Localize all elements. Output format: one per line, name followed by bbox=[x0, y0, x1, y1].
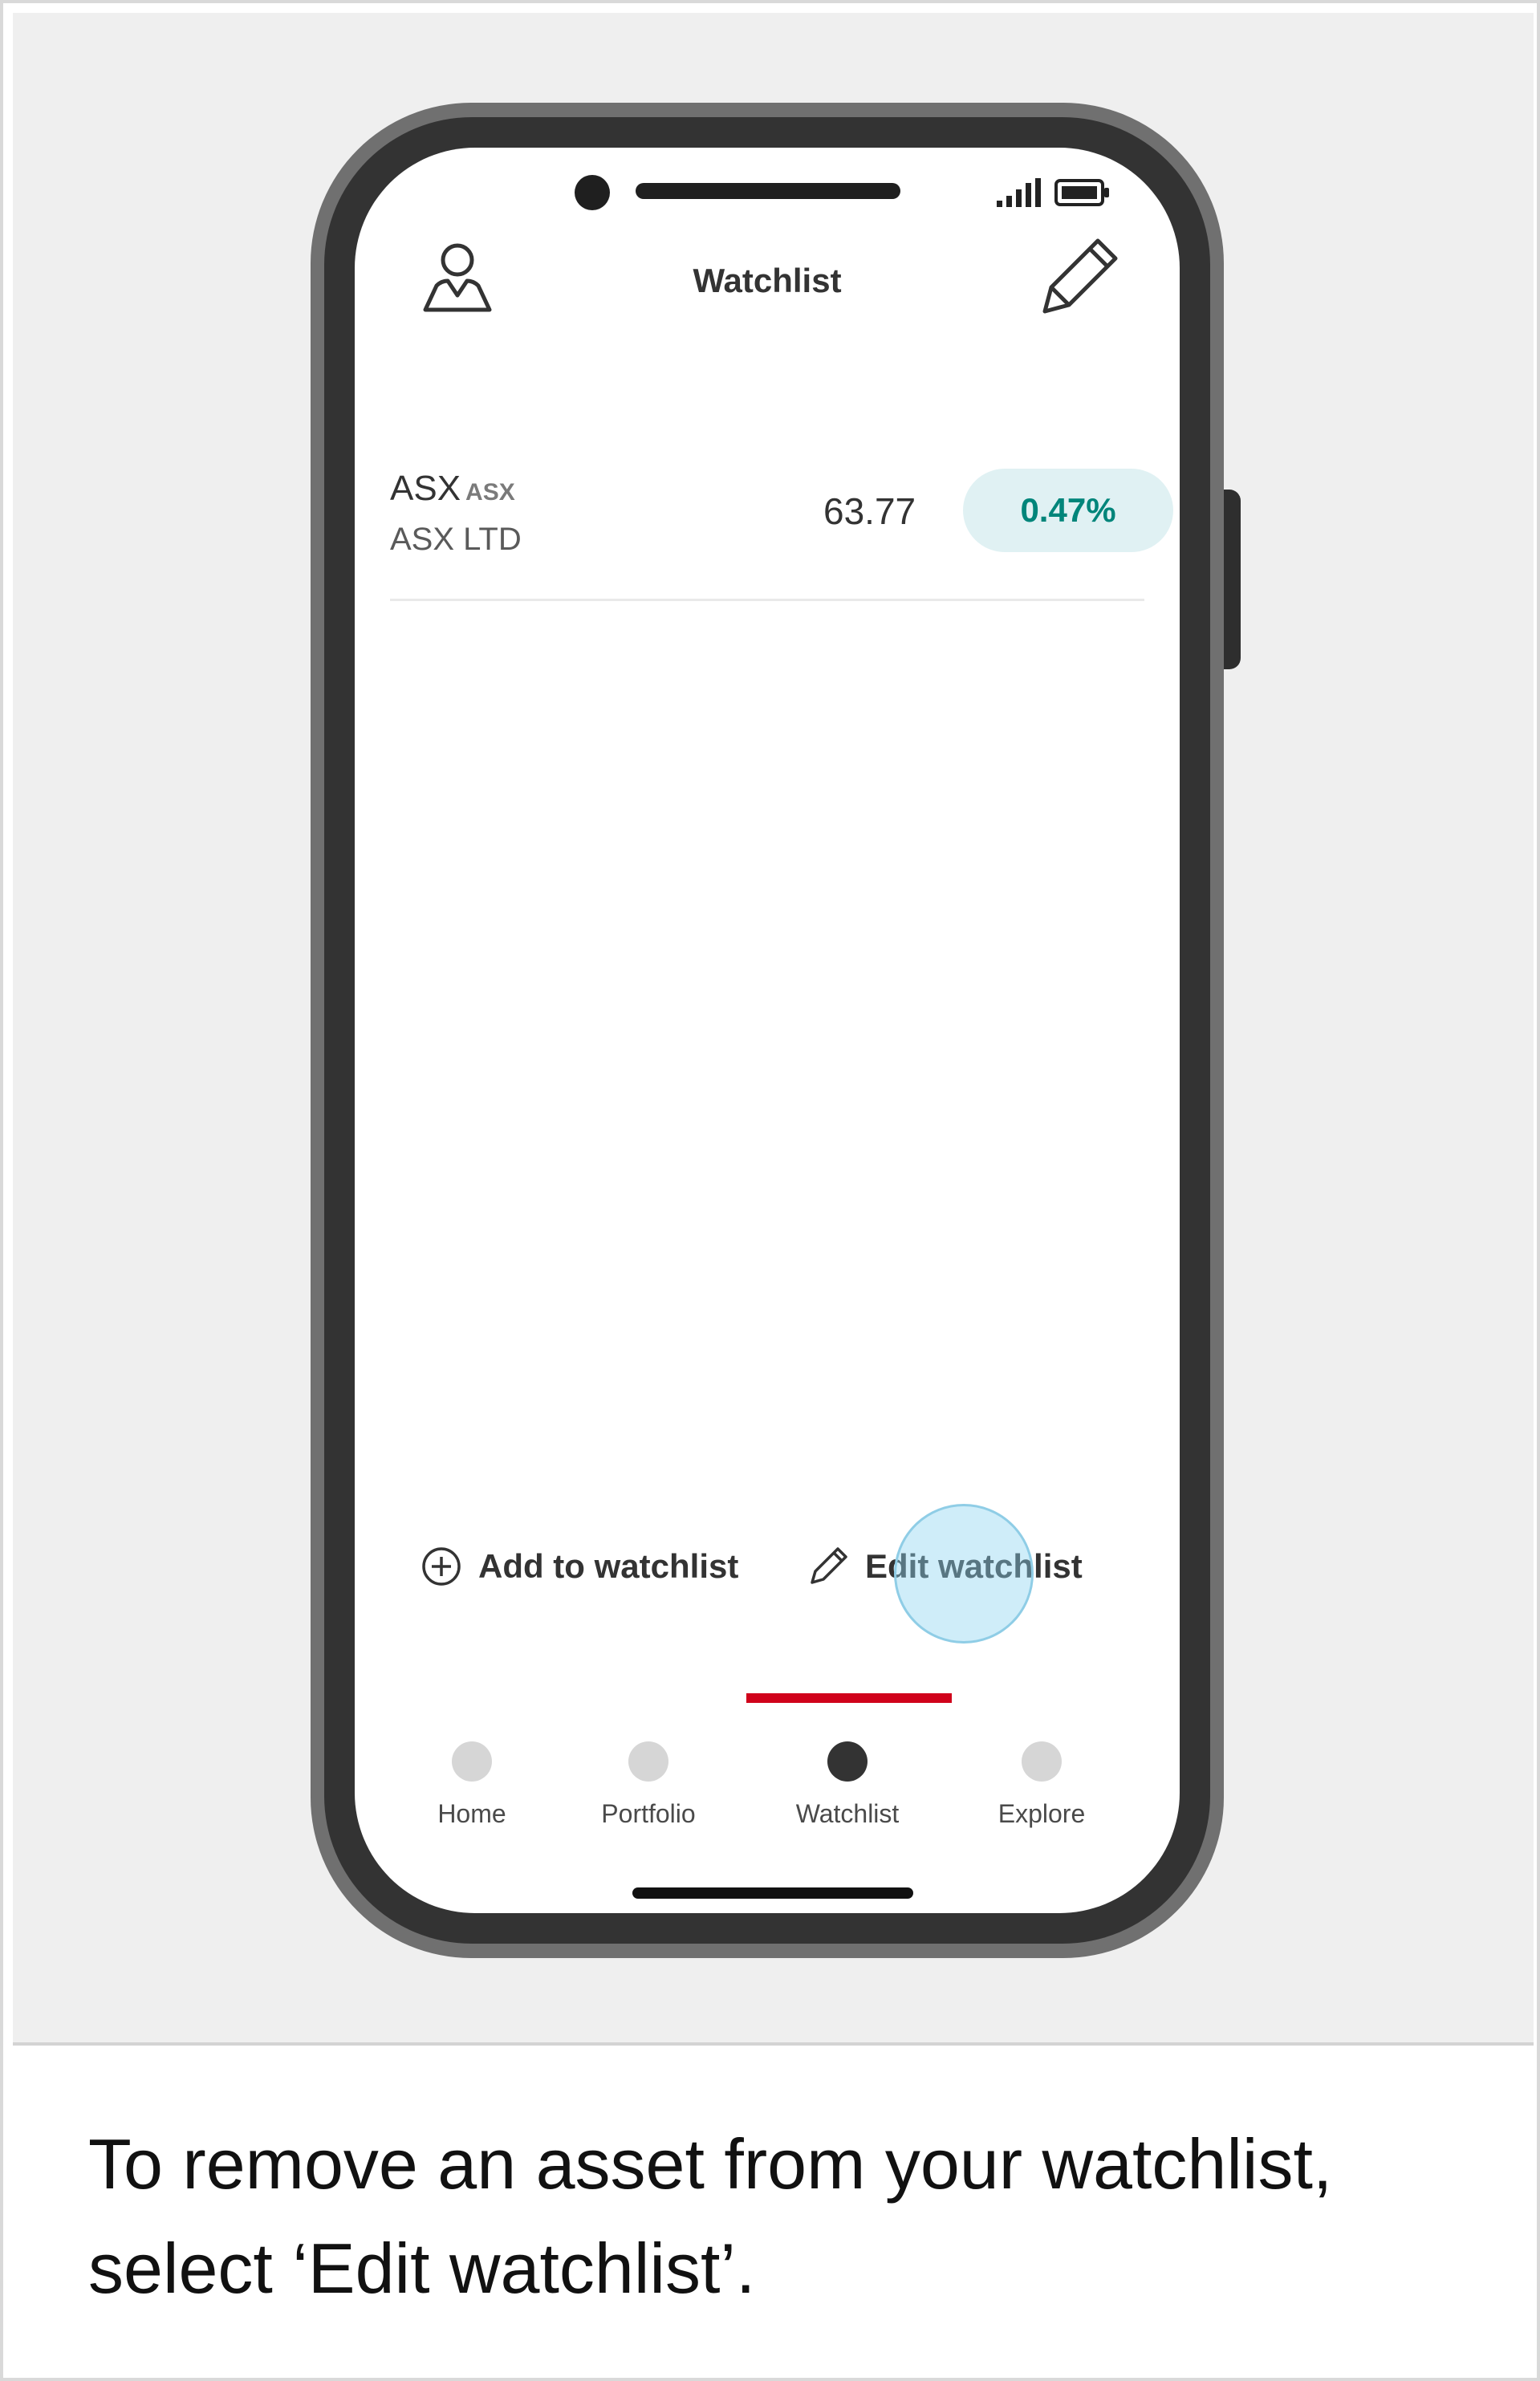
home-icon bbox=[452, 1741, 492, 1782]
asset-ticker: ASX bbox=[390, 469, 461, 508]
page-title: Watchlist bbox=[693, 262, 842, 299]
asset-change-badge: 0.47% bbox=[963, 469, 1173, 552]
watchlist-row[interactable]: ASX ASX ASX LTD 63.77 0.47% bbox=[390, 469, 1173, 601]
pencil-icon[interactable] bbox=[1037, 234, 1120, 318]
nav-label-watchlist: Watchlist bbox=[795, 1799, 900, 1828]
pencil-icon bbox=[811, 1547, 847, 1584]
nav-label-portfolio: Portfolio bbox=[601, 1799, 696, 1828]
asset-code: ASX ASX bbox=[390, 469, 515, 509]
asset-exchange: ASX bbox=[465, 479, 515, 506]
nav-label-home: Home bbox=[437, 1799, 506, 1828]
watchlist-icon bbox=[827, 1741, 868, 1782]
add-to-watchlist-button[interactable]: Add to watchlist bbox=[421, 1542, 738, 1591]
asset-name: ASX LTD bbox=[390, 522, 522, 557]
active-tab-indicator bbox=[746, 1693, 952, 1703]
instruction-caption: To remove an asset from your watchlist, … bbox=[88, 2124, 1333, 2308]
speaker-slot bbox=[636, 183, 900, 199]
add-to-watchlist-label: Add to watchlist bbox=[478, 1547, 739, 1585]
nav-item-watchlist[interactable]: Watchlist bbox=[767, 1741, 928, 1829]
nav-item-explore[interactable]: Explore bbox=[961, 1741, 1122, 1829]
nav-item-portfolio[interactable]: Portfolio bbox=[568, 1741, 729, 1829]
portfolio-icon bbox=[628, 1741, 668, 1782]
nav-label-explore: Explore bbox=[998, 1799, 1086, 1828]
camera-dot bbox=[575, 175, 610, 210]
home-indicator bbox=[632, 1887, 913, 1899]
tutorial-card: Watchlist ASX ASX ASX LTD 63.77 0.47% Add… bbox=[0, 0, 1540, 2381]
profile-icon[interactable] bbox=[417, 236, 498, 316]
signal-icon bbox=[997, 178, 1041, 207]
phone-screen: Watchlist ASX ASX ASX LTD 63.77 0.47% Add… bbox=[355, 148, 1180, 1913]
battery-icon bbox=[1054, 179, 1109, 206]
nav-item-home[interactable]: Home bbox=[392, 1741, 552, 1829]
plus-circle-icon bbox=[422, 1547, 461, 1586]
tap-indicator bbox=[894, 1504, 1034, 1644]
explore-icon bbox=[1022, 1741, 1062, 1782]
asset-price: 63.77 bbox=[823, 490, 916, 532]
